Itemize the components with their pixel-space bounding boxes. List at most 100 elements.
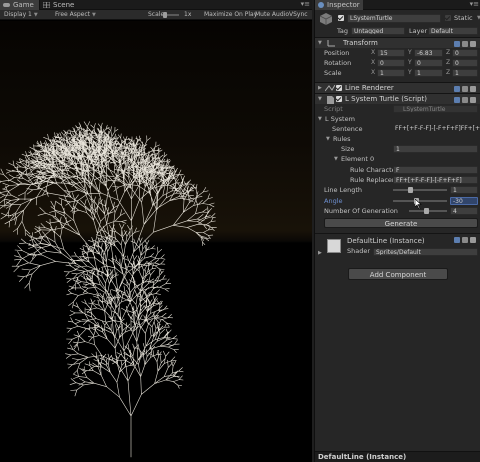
foldout-arrow-icon[interactable]: ▼ — [326, 134, 330, 144]
rule-replacement-field[interactable]: FF+[+F-F-F]-[-F+F+F] — [393, 176, 478, 184]
rotation-y-field[interactable]: 0 — [414, 59, 443, 67]
add-component-button[interactable]: Add Component — [348, 268, 448, 280]
generations-slider-knob[interactable] — [423, 208, 429, 214]
preset-icon[interactable] — [462, 41, 468, 47]
element0-foldout[interactable]: ▼ Element 0 — [315, 154, 480, 164]
tab-game[interactable]: Game — [0, 0, 40, 10]
game-viewport[interactable] — [0, 21, 312, 462]
rule-character-label: Rule Characte — [350, 166, 396, 174]
line-renderer-icon — [325, 85, 335, 92]
foldout-arrow-icon[interactable]: ▼ — [334, 154, 338, 164]
lsystem-script-component-header[interactable]: ▼ L System Turtle (Script) — [315, 93, 480, 104]
line-length-slider[interactable] — [393, 187, 447, 193]
rotation-z-field[interactable]: 0 — [452, 59, 478, 67]
scale-x-field[interactable]: 1 — [377, 69, 405, 77]
game-controller-icon — [3, 3, 10, 7]
inspector-panel: Inspector ▾≡ LSystemTurtle Static ▼ Tag … — [314, 0, 480, 462]
line-length-slider-knob[interactable] — [407, 187, 413, 193]
line-length-field[interactable]: 1 — [450, 186, 478, 194]
tag-label: Tag — [337, 27, 349, 35]
transform-component-header[interactable]: ▼ Transform — [315, 37, 480, 48]
script-object-value: LSystemTurtle — [403, 106, 446, 113]
script-file-icon — [327, 96, 334, 104]
scale-slider[interactable] — [163, 12, 179, 18]
scale-z-field[interactable]: 1 — [452, 69, 478, 77]
line-length-label: Line Length — [324, 186, 363, 194]
display-dropdown[interactable]: Display 1 ▼ — [4, 10, 38, 20]
tab-inspector[interactable]: Inspector — [315, 0, 363, 10]
info-icon — [318, 2, 324, 8]
rules-foldout[interactable]: ▼ Rules — [315, 134, 480, 144]
gear-icon[interactable] — [470, 97, 476, 103]
inspector-menu-icon[interactable]: ▾≡ — [470, 0, 479, 9]
game-toolbar: Display 1 ▼ Free Aspect ▼ Scale 1x Maximiz… — [0, 10, 312, 20]
help-book-icon[interactable] — [454, 86, 460, 92]
rule-character-field[interactable]: F — [393, 166, 478, 174]
preset-icon[interactable] — [462, 97, 468, 103]
lsystem-foldout[interactable]: ▼ L System — [315, 114, 480, 124]
transform-axes-icon — [327, 40, 335, 47]
generations-slider[interactable] — [409, 208, 447, 214]
axis-y-label: Y — [408, 69, 412, 76]
size-field[interactable]: 1 — [393, 145, 478, 153]
position-y-field[interactable]: -6.83 — [414, 49, 443, 57]
sentence-label: Sentence — [332, 125, 363, 133]
rotation-row: Rotation X 0 Y 0 Z 0 — [315, 58, 480, 68]
line-renderer-enabled-checkbox[interactable] — [336, 85, 342, 91]
sentence-field[interactable]: FF+[+F-F-F]-[-F+F+F]FF+[+F-F-F]-[-F+F — [393, 125, 480, 133]
rule-character-row: Rule Characte F — [315, 165, 480, 175]
component-icons — [452, 85, 478, 92]
object-header: LSystemTurtle Static ▼ — [315, 12, 480, 25]
tab-scene-label: Scene — [53, 1, 75, 9]
chevron-down-icon: ▼ — [92, 12, 96, 18]
help-book-icon[interactable] — [454, 237, 460, 243]
tab-inspector-label: Inspector — [327, 1, 360, 9]
axis-z-label: Z — [446, 49, 451, 56]
gear-icon[interactable] — [470, 41, 476, 47]
tree-branches — [0, 121, 217, 458]
angle-field[interactable]: -30 — [450, 197, 478, 205]
tag-layer-row: Tag Untagged Layer Default — [315, 26, 480, 36]
preset-icon[interactable] — [462, 237, 468, 243]
generate-button[interactable]: Generate — [324, 218, 478, 228]
generations-label: Number Of Generation — [324, 207, 398, 215]
preset-icon[interactable] — [462, 86, 468, 92]
component-icons — [452, 237, 478, 244]
object-active-checkbox[interactable] — [338, 15, 344, 21]
help-book-icon[interactable] — [454, 41, 460, 47]
foldout-arrow-icon[interactable]: ▶ — [318, 250, 322, 256]
mute-audio-toggle[interactable]: Mute Audio — [255, 10, 289, 20]
axis-y-label: Y — [408, 49, 412, 56]
tab-scene[interactable]: Scene — [40, 0, 84, 10]
script-label: Script — [324, 105, 343, 113]
gear-icon[interactable] — [470, 86, 476, 92]
shader-dropdown[interactable]: Sprites/Default — [373, 248, 478, 256]
scale-value: 1x — [184, 11, 192, 18]
maximize-on-play-toggle[interactable]: Maximize On Play — [204, 10, 257, 20]
script-object-field: LSystemTurtle — [393, 105, 478, 113]
scale-y-field[interactable]: 1 — [414, 69, 443, 77]
inspector-tab-bar: Inspector ▾≡ — [315, 0, 480, 10]
position-z-field[interactable]: 0 — [452, 49, 478, 57]
game-tab-bar: Game Scene ▾≡ — [0, 0, 312, 10]
axis-y-label: Y — [408, 59, 412, 66]
aspect-dropdown[interactable]: Free Aspect ▼ — [55, 10, 96, 20]
vsync-toggle[interactable]: VSync — [289, 10, 308, 20]
line-renderer-component-header[interactable]: ▶ Line Renderer — [315, 82, 480, 93]
help-book-icon[interactable] — [454, 97, 460, 103]
scale-label: Scale — [324, 69, 342, 77]
foldout-arrow-icon[interactable]: ▼ — [318, 114, 322, 124]
static-checkbox[interactable] — [445, 15, 451, 21]
gear-icon[interactable] — [470, 237, 476, 243]
generations-field[interactable]: 4 — [450, 207, 478, 215]
element0-label: Element 0 — [341, 155, 375, 163]
axis-z-label: Z — [446, 69, 451, 76]
tag-dropdown[interactable]: Untagged — [351, 27, 405, 35]
rotation-x-field[interactable]: 0 — [377, 59, 405, 67]
object-name-field[interactable]: LSystemTurtle — [347, 14, 441, 23]
position-x-field[interactable]: 15 — [377, 49, 405, 57]
layer-dropdown[interactable]: Default — [428, 27, 478, 35]
scale-slider-knob[interactable] — [163, 12, 167, 18]
script-enabled-checkbox[interactable] — [336, 96, 342, 102]
panel-menu-icon[interactable]: ▾≡ — [301, 0, 310, 9]
